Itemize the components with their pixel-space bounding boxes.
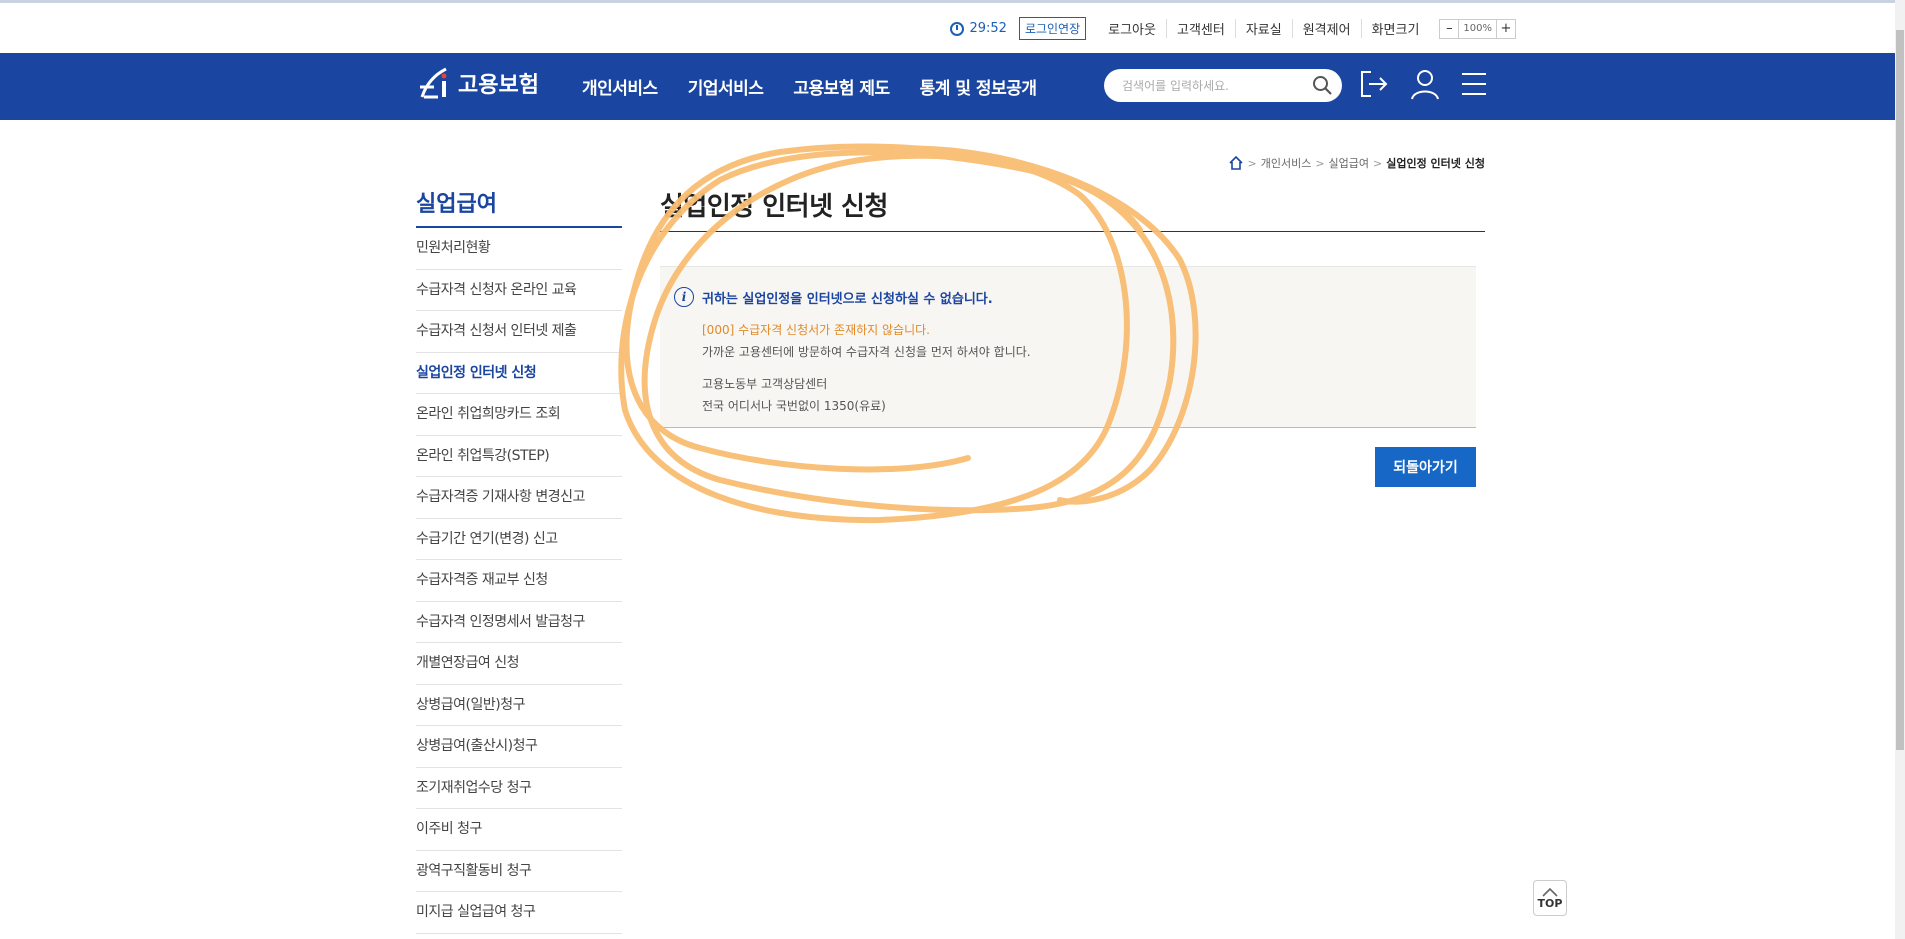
search-icon[interactable] bbox=[1312, 75, 1332, 95]
sidebar-item[interactable]: 수급자격 신청자 온라인 교육 bbox=[416, 270, 622, 311]
zoom-value: 100% bbox=[1459, 18, 1496, 39]
logout-icon[interactable] bbox=[1357, 67, 1391, 101]
site-logo[interactable]: 고용보험 bbox=[416, 63, 539, 103]
zoom-out-button[interactable]: – bbox=[1439, 18, 1460, 39]
breadcrumb-separator: > bbox=[1315, 156, 1325, 170]
main-header: 고용보험 개인서비스 기업서비스 고용보험 제도 통계 및 정보공개 bbox=[0, 53, 1905, 120]
breadcrumb-item[interactable]: 개인서비스 bbox=[1261, 155, 1312, 171]
customer-center-link[interactable]: 고객센터 bbox=[1165, 19, 1235, 38]
main-menu: 개인서비스 기업서비스 고용보험 제도 통계 및 정보공개 bbox=[582, 74, 1067, 99]
error-message: [000] 수급자격 신청서가 존재하지 않습니다. bbox=[702, 323, 930, 337]
login-extend-button[interactable]: 로그인연장 bbox=[1018, 17, 1087, 40]
breadcrumb-separator: > bbox=[1247, 156, 1257, 170]
sidebar-item[interactable]: 수급자격 인정명세서 발급청구 bbox=[416, 602, 622, 643]
utility-links: 29:52 로그인연장 로그아웃 고객센터 자료실 원격제어 화면크기 – 10… bbox=[950, 17, 1516, 40]
sidebar-title: 실업급여 bbox=[416, 186, 622, 228]
notice-heading: i 귀하는 실업인정을 인터넷으로 신청하실 수 없습니다. bbox=[674, 287, 993, 307]
sidebar-item[interactable]: 이주비 청구 bbox=[416, 809, 622, 851]
sidebar-item[interactable]: 수급자격증 기재사항 변경신고 bbox=[416, 477, 622, 519]
screen-size-label: 화면크기 bbox=[1360, 19, 1430, 38]
sidebar-item[interactable]: 수급자격 신청서 인터넷 제출 bbox=[416, 311, 622, 353]
session-timer: 29:52 bbox=[950, 21, 1007, 36]
logout-link[interactable]: 로그아웃 bbox=[1098, 19, 1166, 38]
user-icon[interactable] bbox=[1408, 67, 1442, 101]
sidebar-item[interactable]: 상병급여(출산시)청구 bbox=[416, 726, 622, 768]
guide-message: 가까운 고용센터에 방문하여 수급자격 신청을 먼저 하셔야 합니다. bbox=[702, 345, 1031, 359]
annotation-scribble bbox=[618, 143, 1199, 524]
contact-phone: 전국 어디서나 국번없이 1350(유료) bbox=[702, 399, 886, 413]
sidebar-item[interactable]: 온라인 취업특강(STEP) bbox=[416, 436, 622, 477]
sidebar-item[interactable]: 광역구직활동비 청구 bbox=[416, 851, 622, 892]
page-scrollbar[interactable] bbox=[1895, 0, 1905, 939]
scrollbar-thumb[interactable] bbox=[1896, 30, 1904, 750]
sidebar-item[interactable]: 온라인 취업희망카드 조회 bbox=[416, 394, 622, 436]
notice-box: i 귀하는 실업인정을 인터넷으로 신청하실 수 없습니다. [000] 수급자… bbox=[660, 266, 1476, 428]
zoom-control: – 100% + bbox=[1439, 18, 1516, 39]
menu-business-services[interactable]: 기업서비스 bbox=[688, 74, 764, 99]
utility-bar: 29:52 로그인연장 로그아웃 고객센터 자료실 원격제어 화면크기 – 10… bbox=[0, 0, 1905, 53]
contact-name: 고용노동부 고객상담센터 bbox=[702, 377, 828, 391]
go-back-button[interactable]: 되돌아가기 bbox=[1375, 447, 1476, 487]
sidebar: 실업급여 민원처리현황 수급자격 신청자 온라인 교육 수급자격 신청서 인터넷… bbox=[416, 186, 622, 934]
zoom-in-button[interactable]: + bbox=[1496, 18, 1516, 39]
menu-insurance-system[interactable]: 고용보험 제도 bbox=[793, 74, 890, 99]
scroll-top-label: TOP bbox=[1537, 896, 1563, 910]
sidebar-item[interactable]: 민원처리현황 bbox=[416, 228, 622, 270]
breadcrumb-item[interactable]: 실업급여 bbox=[1329, 155, 1369, 171]
hamburger-menu-icon[interactable] bbox=[1457, 67, 1491, 101]
breadcrumb-current: 실업인정 인터넷 신청 bbox=[1386, 157, 1485, 170]
menu-statistics[interactable]: 통계 및 정보공개 bbox=[920, 74, 1037, 99]
timer-icon bbox=[950, 21, 965, 36]
sidebar-menu: 민원처리현황 수급자격 신청자 온라인 교육 수급자격 신청서 인터넷 제출 실… bbox=[416, 228, 622, 934]
sidebar-item[interactable]: 상병급여(일반)청구 bbox=[416, 685, 622, 726]
scroll-top-button[interactable]: TOP bbox=[1533, 880, 1567, 916]
sidebar-item[interactable]: 수급자격증 재교부 신청 bbox=[416, 560, 622, 602]
sidebar-item[interactable]: 조기재취업수당 청구 bbox=[416, 768, 622, 809]
remote-control-link[interactable]: 원격제어 bbox=[1291, 19, 1361, 38]
resources-link[interactable]: 자료실 bbox=[1234, 19, 1292, 38]
info-icon: i bbox=[674, 287, 694, 307]
breadcrumb: > 개인서비스 > 실업급여 > 실업인정 인터넷 신청 bbox=[1228, 155, 1485, 171]
ei-logo-icon bbox=[420, 67, 447, 99]
session-timer-value: 29:52 bbox=[969, 21, 1007, 36]
chevron-up-icon bbox=[1542, 887, 1558, 897]
breadcrumb-separator: > bbox=[1373, 156, 1383, 170]
sidebar-item[interactable]: 미지급 실업급여 청구 bbox=[416, 892, 622, 934]
sidebar-item[interactable]: 개별연장급여 신청 bbox=[416, 643, 622, 685]
page-title: 실업인정 인터넷 신청 bbox=[660, 186, 1485, 232]
sidebar-item[interactable]: 수급기간 연기(변경) 신고 bbox=[416, 519, 622, 560]
logo-text: 고용보험 bbox=[458, 73, 539, 98]
menu-personal-services[interactable]: 개인서비스 bbox=[582, 74, 658, 99]
notice-heading-text: 귀하는 실업인정을 인터넷으로 신청하실 수 없습니다. bbox=[702, 291, 993, 307]
sidebar-item-active[interactable]: 실업인정 인터넷 신청 bbox=[416, 353, 622, 394]
search-input[interactable] bbox=[1122, 78, 1302, 93]
search-box bbox=[1104, 69, 1342, 102]
home-icon[interactable] bbox=[1228, 155, 1244, 171]
